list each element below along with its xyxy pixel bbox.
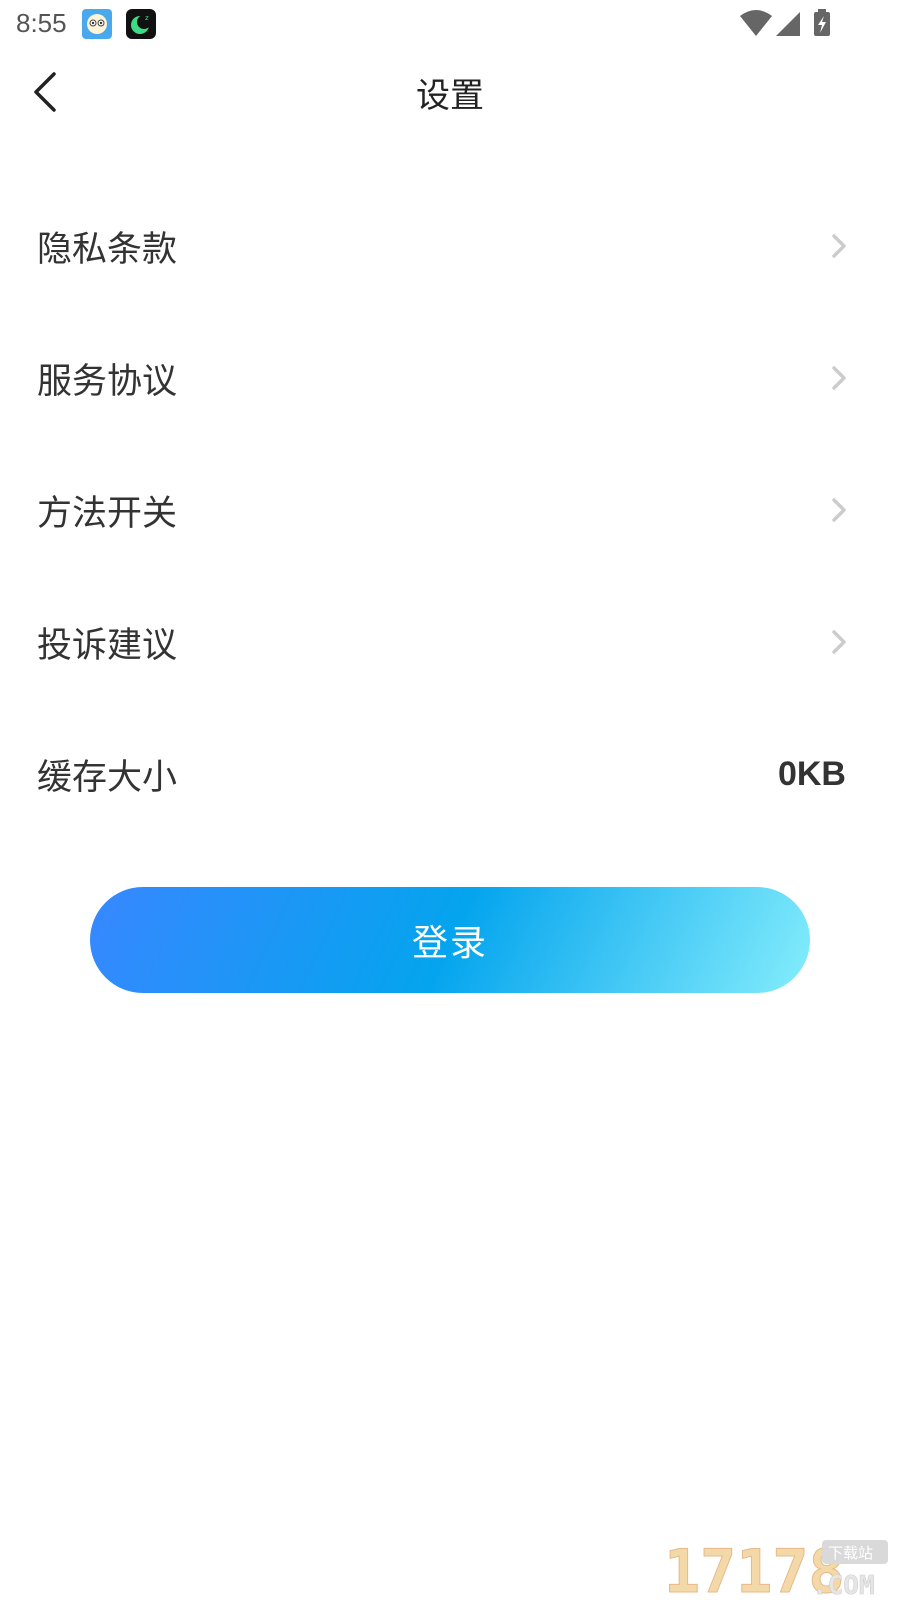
cache-size-value: 0KB xyxy=(777,754,846,793)
watermark-badge: 下载站 xyxy=(828,1544,873,1562)
app-icon xyxy=(82,9,112,39)
watermark-suffix: .COM xyxy=(812,1571,875,1598)
page-title: 设置 xyxy=(416,76,484,116)
status-time: 8:55 xyxy=(16,8,67,38)
menu-item-service-agreement[interactable]: 服务协议 xyxy=(0,312,900,444)
chevron-right-icon xyxy=(828,362,850,394)
menu-item-label: 服务协议 xyxy=(37,361,178,402)
login-button[interactable]: 登录 xyxy=(90,887,810,993)
chevron-right-icon xyxy=(828,494,850,526)
settings-screen: 8:55 z 设置 隐私条款 服务协议 方法开关 投诉建议 缓存大小 0KB 登… xyxy=(0,0,900,1600)
settings-menu: 隐私条款 服务协议 方法开关 投诉建议 缓存大小 0KB xyxy=(0,180,900,840)
menu-item-label: 方法开关 xyxy=(37,493,178,534)
menu-item-label: 投诉建议 xyxy=(37,625,178,666)
menu-item-cache-size[interactable]: 缓存大小 0KB xyxy=(0,708,900,840)
nav-bar: 设置 xyxy=(0,50,900,132)
signal-icon xyxy=(776,12,800,36)
menu-item-complaints[interactable]: 投诉建议 xyxy=(0,576,900,708)
watermark-logo: 17178 下载站 .COM xyxy=(662,1534,892,1600)
status-bar: 8:55 z xyxy=(0,0,900,48)
menu-item-label: 隐私条款 xyxy=(37,229,178,270)
menu-item-privacy[interactable]: 隐私条款 xyxy=(0,180,900,312)
status-icons xyxy=(740,8,840,40)
chevron-right-icon xyxy=(828,230,850,262)
battery-icon xyxy=(814,9,830,36)
chevron-right-icon xyxy=(828,626,850,658)
menu-item-method-switch[interactable]: 方法开关 xyxy=(0,444,900,576)
wifi-icon xyxy=(740,10,772,36)
app-icon: z xyxy=(126,9,156,39)
svg-text:z: z xyxy=(145,14,149,22)
menu-item-label: 缓存大小 xyxy=(37,757,178,798)
